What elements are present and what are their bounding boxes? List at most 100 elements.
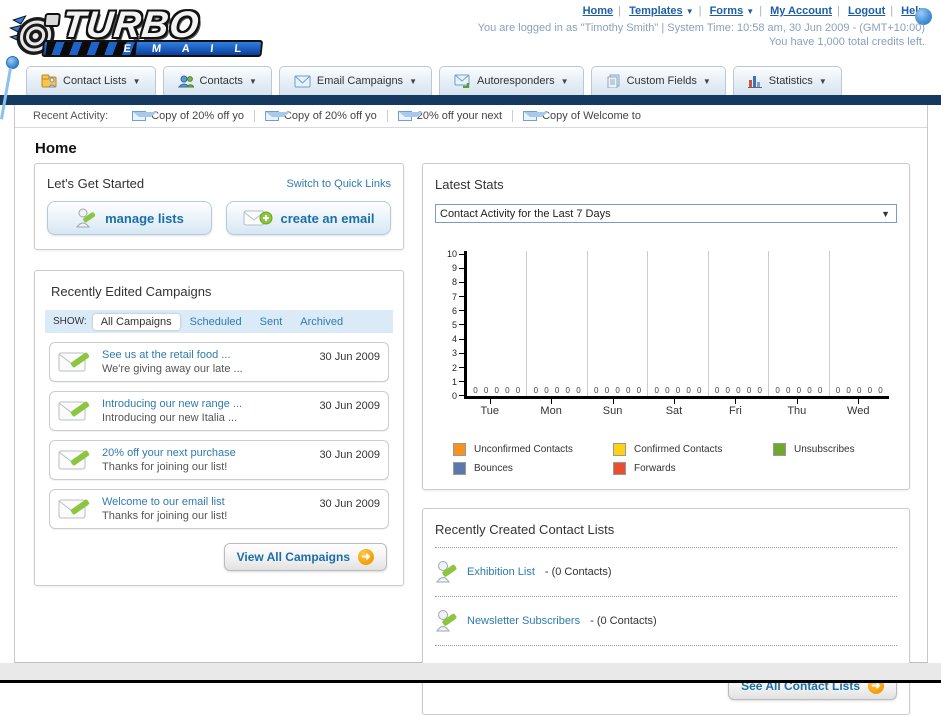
envelope-plus-icon bbox=[243, 210, 273, 226]
bar-chart-icon bbox=[747, 76, 762, 88]
legend-item: Forwards bbox=[613, 462, 773, 475]
chevron-down-icon: ▼ bbox=[685, 7, 694, 16]
contact-activity-chart: 10 9 8 7 6 5 4 3 2 1 0 000000000000000000000000000… bbox=[447, 250, 889, 417]
campaign-row[interactable]: See us at the retail food ... We're givi… bbox=[49, 342, 389, 382]
legend-swatch bbox=[613, 443, 626, 456]
tab-statistics[interactable]: Statistics ▼ bbox=[732, 66, 842, 95]
chart-day-group: 00000 bbox=[526, 251, 586, 396]
envelope-icon bbox=[294, 75, 311, 87]
top-nav: Home | Templates ▼ | Forms ▼ | My Account | … bbox=[583, 5, 932, 25]
envelope-icon bbox=[264, 111, 290, 121]
tab-contacts[interactable]: Contacts ▼ bbox=[162, 66, 272, 95]
latest-stats-title: Latest Stats bbox=[435, 177, 504, 192]
legend-swatch bbox=[453, 462, 466, 475]
tab-autoresponders[interactable]: Autoresponders ▼ bbox=[438, 66, 584, 95]
dotted-divider bbox=[435, 596, 897, 597]
login-status: You are logged in as "Timothy Smith" | S… bbox=[477, 22, 925, 34]
y-tick-label: 9 bbox=[452, 264, 465, 273]
filter-archived[interactable]: Archived bbox=[292, 314, 351, 330]
logo-email-text: E M A I L bbox=[122, 42, 251, 55]
chart-legend: Unconfirmed Contacts Confirmed Contacts Un… bbox=[453, 443, 897, 475]
navy-divider-bar bbox=[0, 95, 941, 105]
x-tick-label: Fri bbox=[705, 399, 766, 417]
chevron-down-icon: ▼ bbox=[248, 76, 257, 86]
manage-lists-button[interactable]: manage lists bbox=[47, 201, 212, 235]
envelope-icon bbox=[132, 111, 158, 121]
switch-quick-links-link[interactable]: Switch to Quick Links bbox=[286, 178, 391, 190]
recent-activity-item[interactable]: Copy of 20% off yo bbox=[122, 110, 255, 122]
recent-activity-item[interactable]: Copy of 20% off yo bbox=[255, 110, 388, 122]
x-tick-label: Thu bbox=[766, 399, 827, 417]
arrow-right-icon: ➜ bbox=[358, 549, 374, 565]
campaign-title-link[interactable]: 20% off your next purchase bbox=[102, 447, 319, 459]
contact-list-link[interactable]: Exhibition List bbox=[467, 566, 535, 578]
filter-sent[interactable]: Sent bbox=[252, 314, 291, 330]
tab-label: Statistics bbox=[768, 75, 813, 87]
legend-item: Unsubscribes bbox=[773, 443, 897, 456]
create-email-label: create an email bbox=[280, 210, 375, 226]
recent-contact-lists-panel: Recently Created Contact Lists Exhibitio… bbox=[422, 508, 910, 715]
pages-icon bbox=[607, 74, 620, 88]
campaign-row[interactable]: 20% off your next purchase Thanks for jo… bbox=[49, 440, 389, 480]
folder-user-icon bbox=[41, 74, 57, 88]
campaign-title-link[interactable]: Introducing our new range ... bbox=[102, 398, 319, 410]
stats-period-dropdown[interactable]: Contact Activity for the Last 7 Days ▼ bbox=[435, 204, 897, 223]
campaign-title-link[interactable]: See us at the retail food ... bbox=[102, 349, 319, 361]
campaigns-title: Recently Edited Campaigns bbox=[51, 284, 212, 299]
turbo-email-logo: TURBO E M A I L bbox=[3, 4, 277, 60]
people-icon bbox=[177, 75, 194, 88]
top-nav-home[interactable]: Home bbox=[583, 5, 614, 17]
tab-label: Contact Lists bbox=[63, 75, 127, 87]
campaign-row[interactable]: Introducing our new range ... Introducin… bbox=[49, 391, 389, 431]
page-title: Home bbox=[35, 140, 77, 157]
tab-label: Autoresponders bbox=[476, 75, 555, 87]
recent-activity-item[interactable]: 20% off your next bbox=[388, 110, 514, 122]
top-nav-forms[interactable]: Forms bbox=[710, 5, 744, 17]
envelope-icon bbox=[523, 111, 549, 121]
logo-email-bar: E M A I L bbox=[41, 40, 264, 57]
campaign-title-link[interactable]: Welcome to our email list bbox=[102, 496, 319, 508]
decorative-pin-dot bbox=[6, 56, 19, 69]
chevron-down-icon: ▼ bbox=[560, 76, 569, 86]
chart-day-group: 00000 bbox=[647, 251, 707, 396]
view-all-campaigns-button[interactable]: View All Campaigns ➜ bbox=[223, 543, 387, 571]
recent-activity-label: Recent Activity: bbox=[33, 110, 109, 122]
dotted-divider bbox=[435, 547, 897, 548]
y-tick-label: 6 bbox=[452, 306, 465, 315]
y-tick-label: 0 bbox=[452, 391, 465, 400]
campaign-subtitle: Thanks for joining our list! bbox=[102, 461, 228, 473]
top-nav-logout[interactable]: Logout bbox=[848, 5, 885, 17]
chevron-down-icon: ▼ bbox=[132, 76, 141, 86]
get-started-panel: Let's Get Started Switch to Quick Links … bbox=[34, 163, 404, 250]
top-nav-my-account[interactable]: My Account bbox=[770, 5, 832, 17]
view-all-campaigns-label: View All Campaigns bbox=[236, 550, 350, 564]
tab-label: Contacts bbox=[199, 75, 243, 87]
chart-plot-area: 00000000000000000000000000000000000 bbox=[464, 251, 889, 399]
main-nav: Contact Lists ▼ Contacts ▼ Email Campaigns… bbox=[0, 66, 941, 95]
x-tick-label: Wed bbox=[828, 399, 889, 417]
latest-stats-panel: Latest Stats Contact Activity for the La… bbox=[422, 163, 910, 490]
create-email-button[interactable]: create an email bbox=[226, 201, 391, 235]
y-tick-label: 4 bbox=[452, 335, 465, 344]
chevron-down-icon: ▼ bbox=[702, 76, 711, 86]
filter-scheduled[interactable]: Scheduled bbox=[182, 314, 250, 330]
tab-custom-fields[interactable]: Custom Fields ▼ bbox=[590, 66, 726, 95]
campaign-date: 30 Jun 2009 bbox=[319, 498, 380, 510]
contact-list-link[interactable]: Newsletter Subscribers bbox=[467, 615, 580, 627]
recent-activity-bar: Recent Activity: Copy of 20% off yo Copy… bbox=[15, 105, 927, 128]
campaign-date: 30 Jun 2009 bbox=[319, 449, 380, 461]
filter-all-campaigns[interactable]: All Campaigns bbox=[92, 313, 180, 330]
tab-email-campaigns[interactable]: Email Campaigns ▼ bbox=[278, 66, 432, 95]
campaigns-filter-bar: SHOW: All Campaigns Scheduled Sent Archi… bbox=[45, 310, 393, 333]
tab-contact-lists[interactable]: Contact Lists ▼ bbox=[26, 66, 156, 95]
x-tick-label: Sun bbox=[582, 399, 643, 417]
envelope-edit-icon bbox=[58, 352, 90, 372]
recent-activity-item[interactable]: Copy of Welcome to bbox=[513, 110, 651, 122]
person-pencil-icon bbox=[436, 610, 457, 632]
y-tick-label: 3 bbox=[452, 349, 465, 358]
campaign-row[interactable]: Welcome to our email list Thanks for joi… bbox=[49, 489, 389, 529]
contact-list-row[interactable]: Exhibition List - (0 Contacts) bbox=[435, 556, 897, 588]
envelope-edit-icon bbox=[58, 499, 90, 519]
contact-list-row[interactable]: Newsletter Subscribers - (0 Contacts) bbox=[435, 605, 897, 637]
top-nav-templates[interactable]: Templates bbox=[629, 5, 683, 17]
